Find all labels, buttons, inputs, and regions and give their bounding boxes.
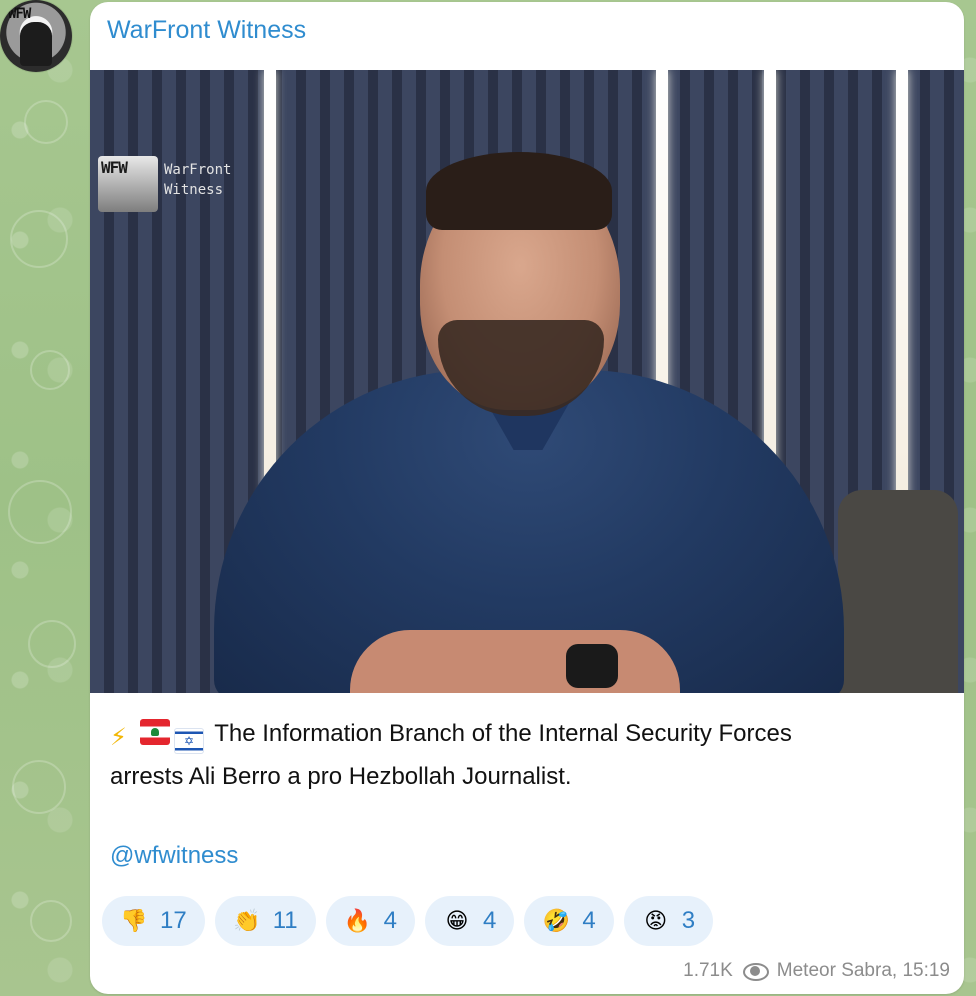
wallpaper-doodle	[30, 900, 72, 942]
view-count: 1.71K	[683, 960, 733, 981]
photo-watch	[566, 644, 618, 688]
reaction-grinning-face[interactable]: 😁 4	[424, 896, 515, 946]
clapping-hands-icon: 👏	[233, 908, 261, 933]
reaction-count: 17	[160, 907, 187, 934]
photo-person-hands	[350, 630, 680, 693]
avatar-logo-text: WFW	[8, 6, 31, 22]
wallpaper-doodle	[24, 100, 68, 144]
reaction-count: 4	[582, 907, 596, 934]
watermark-logo-text: WFW	[101, 158, 128, 177]
reaction-rofl-face[interactable]: 🤣 4	[524, 896, 614, 946]
wallpaper-doodle	[12, 760, 66, 814]
message-text-line2: arrests Ali Berro a pro Hezbollah Journa…	[110, 763, 572, 790]
reaction-fire[interactable]: 🔥 4	[325, 896, 415, 946]
photo-chair	[838, 490, 958, 693]
reaction-thumbs-down[interactable]: 👎 17	[102, 896, 205, 946]
angry-face-icon: 😡	[644, 908, 668, 933]
photo-person-hair	[426, 152, 612, 230]
watermark-text-line2: Witness	[164, 182, 224, 198]
reaction-count: 4	[482, 907, 497, 934]
thumbs-down-icon: 👎	[120, 908, 148, 933]
message-bubble: WarFront Witness WFW WarFront Witness ⚡ ✡…	[90, 2, 964, 994]
author-and-time: Meteor Sabra, 15:19	[776, 960, 950, 981]
photo-watermark: WFW WarFront Witness	[98, 156, 248, 216]
rofl-face-icon: 🤣	[542, 908, 571, 933]
wallpaper-doodle	[28, 620, 76, 668]
wallpaper-doodle	[10, 210, 68, 268]
wallpaper-doodle	[8, 480, 72, 544]
israel-flag-icon: ✡	[174, 728, 204, 754]
watermark-text-line1: WarFront	[164, 162, 232, 178]
message-meta: 1.71K Meteor Sabra, 15:19	[683, 960, 950, 982]
channel-mention-link[interactable]: @wfwitness	[110, 842, 238, 870]
lightning-icon: ⚡	[110, 724, 127, 751]
wallpaper-doodle	[30, 350, 70, 390]
message-text-line1: The Information Branch of the Internal S…	[214, 720, 792, 747]
message-photo[interactable]: WFW WarFront Witness	[90, 70, 964, 693]
reaction-count: 3	[681, 907, 696, 934]
lebanon-flag-icon	[140, 719, 170, 745]
channel-name[interactable]: WarFront Witness	[107, 16, 306, 45]
watermark-logo-icon: WFW	[98, 156, 158, 212]
grinning-face-icon: 😁	[445, 908, 469, 933]
reaction-count: 11	[272, 907, 298, 934]
reactions-bar: 👎 17 👏 11 🔥 4 😁 4 🤣 4 😡 3	[102, 896, 714, 948]
reaction-angry-face[interactable]: 😡 3	[623, 896, 714, 946]
watermark-text: WarFront Witness	[164, 160, 254, 200]
reaction-clapping-hands[interactable]: 👏 11	[214, 896, 316, 946]
eye-icon	[741, 961, 769, 981]
reaction-count: 4	[383, 907, 397, 934]
channel-avatar[interactable]: WFW	[0, 0, 72, 72]
fire-icon: 🔥	[343, 908, 372, 933]
message-text: ⚡ ✡ The Information Branch of the Interna…	[110, 712, 950, 798]
soldier-icon	[20, 22, 52, 66]
